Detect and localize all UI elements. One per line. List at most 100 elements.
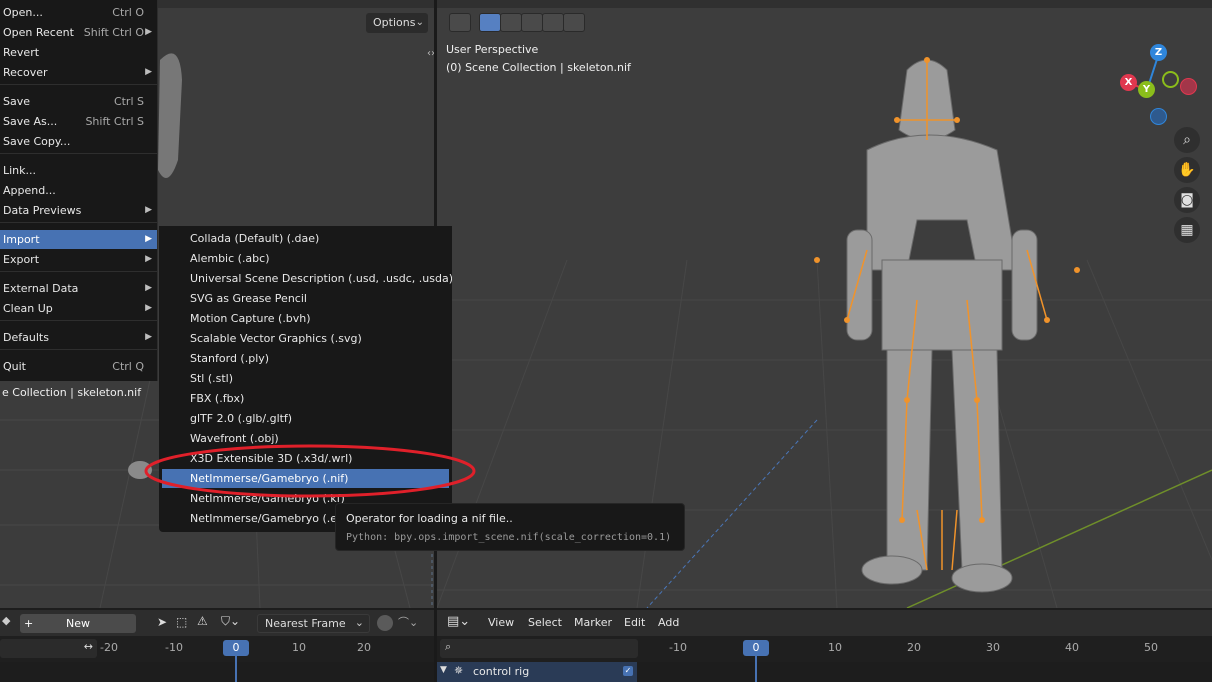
menu-item-recover[interactable]: Recover ▶ — [0, 63, 157, 82]
tooltip-python: Python: bpy.ops.import_scene.nif(scale_c… — [346, 532, 672, 543]
menu-view[interactable]: View — [488, 616, 514, 629]
select-tool-icon[interactable] — [449, 13, 471, 32]
menu-item-clean-up[interactable]: Clean Up ▶ — [0, 299, 157, 318]
gizmo-neg-z-axis[interactable] — [1150, 108, 1167, 125]
tick-label: -20 — [100, 641, 118, 654]
armature-icon: ✵ — [454, 664, 464, 677]
menu-item-save-as[interactable]: Save As... Shift Ctrl S — [0, 112, 157, 131]
menu-item-import[interactable]: Import ▶ — [0, 230, 157, 249]
gizmo-neg-x-axis[interactable] — [1180, 78, 1197, 95]
import-gltf[interactable]: glTF 2.0 (.glb/.gltf) — [159, 409, 452, 428]
options-dropdown[interactable]: Options ⌄ — [366, 13, 428, 33]
import-svg-grease-pencil[interactable]: SVG as Grease Pencil — [159, 289, 452, 308]
camera-view-icon[interactable]: ◙ — [1174, 187, 1200, 213]
menu-edit[interactable]: Edit — [624, 616, 645, 629]
left-timeline-ruler[interactable]: ↔ -20 -10 0 10 20 — [0, 636, 434, 662]
submenu-arrow-icon: ▶ — [145, 254, 152, 264]
menu-item-save-copy[interactable]: Save Copy... — [0, 132, 157, 151]
right-playhead-line — [755, 656, 757, 682]
plus-icon: + — [24, 617, 34, 630]
tick-label: 20 — [907, 641, 921, 654]
submenu-arrow-icon: ▶ — [145, 205, 152, 215]
search-icon: ⌕ — [445, 640, 452, 653]
gizmo-z-axis[interactable]: Z — [1150, 44, 1167, 61]
menu-select[interactable]: Select — [528, 616, 562, 629]
menu-item-save[interactable]: Save Ctrl S — [0, 92, 157, 111]
submenu-arrow-icon: ▶ — [145, 332, 152, 342]
tick-label: -10 — [669, 641, 687, 654]
channel-row[interactable]: ▼ ✵ control rig ✓ — [437, 662, 637, 682]
left-collection-text: e Collection | skeleton.nif — [2, 386, 142, 399]
left-timeline-header: ◆ + New ➤ ⬚ ⚠ ⛉⌄ Nearest Frame ⌄ ⌒⌄ — [0, 610, 434, 636]
tooltip-title: Operator for loading a nif file.. — [346, 512, 513, 525]
menu-item-open-recent[interactable]: Open Recent Shift Ctrl O ▶ — [0, 23, 157, 42]
menu-item-revert[interactable]: Revert — [0, 43, 157, 62]
gizmo-x-axis[interactable]: X — [1120, 74, 1137, 91]
tick-label: -10 — [165, 641, 183, 654]
menu-marker[interactable]: Marker — [574, 616, 612, 629]
import-stl[interactable]: Stl (.stl) — [159, 369, 452, 388]
perspective-label: User Perspective — [446, 43, 539, 56]
import-alembic[interactable]: Alembic (.abc) — [159, 249, 452, 268]
gizmo-y-axis[interactable]: Y — [1138, 81, 1155, 98]
cursor-select-icon[interactable]: ➤ — [157, 615, 167, 629]
menu-item-export[interactable]: Export ▶ — [0, 250, 157, 269]
menu-separator — [0, 349, 157, 350]
collapse-arrows-icon[interactable]: ‹› — [427, 48, 434, 59]
right-collection-text: (0) Scene Collection | skeleton.nif — [446, 61, 631, 74]
select-extend-icon[interactable] — [500, 13, 522, 32]
submenu-arrow-icon: ▶ — [145, 283, 152, 293]
select-subtract-icon[interactable] — [521, 13, 543, 32]
select-box-mode-icon[interactable] — [479, 13, 501, 32]
gizmo-neg-y-axis[interactable] — [1162, 71, 1179, 88]
import-bvh[interactable]: Motion Capture (.bvh) — [159, 309, 452, 328]
snap-dropdown[interactable]: Nearest Frame ⌄ — [257, 614, 370, 633]
menu-item-external-data[interactable]: External Data ▶ — [0, 279, 157, 298]
import-collada[interactable]: Collada (Default) (.dae) — [159, 229, 452, 248]
menu-separator — [0, 271, 157, 272]
right-timeline-ruler[interactable]: ⌕ -10 0 10 20 30 40 50 — [437, 636, 1212, 662]
channel-checkbox[interactable]: ✓ — [623, 666, 633, 676]
menu-item-link[interactable]: Link... — [0, 161, 157, 180]
current-frame-indicator[interactable]: 0 — [223, 640, 249, 656]
menu-separator — [0, 320, 157, 321]
left-playhead-line — [235, 656, 237, 682]
menu-add[interactable]: Add — [658, 616, 679, 629]
menu-item-data-previews[interactable]: Data Previews ▶ — [0, 201, 157, 220]
menu-item-defaults[interactable]: Defaults ▶ — [0, 328, 157, 347]
menu-item-open[interactable]: Open... Ctrl O — [0, 3, 157, 22]
menu-separator — [0, 84, 157, 85]
falloff-curve-icon[interactable]: ⌒⌄ — [398, 614, 418, 630]
warning-icon[interactable]: ⚠ — [197, 614, 208, 628]
submenu-arrow-icon: ▶ — [145, 234, 152, 244]
editor-type-icon[interactable]: ▤⌄ — [447, 614, 470, 629]
keyframe-icon[interactable]: ◆ — [2, 614, 10, 627]
zoom-icon[interactable]: ⌕ — [1174, 127, 1200, 153]
channel-search-input[interactable]: ⌕ — [440, 639, 638, 658]
import-ply[interactable]: Stanford (.ply) — [159, 349, 452, 368]
import-fbx[interactable]: FBX (.fbx) — [159, 389, 452, 408]
pan-hand-icon[interactable]: ✋ — [1174, 157, 1200, 183]
import-svg[interactable]: Scalable Vector Graphics (.svg) — [159, 329, 452, 348]
box-select-icon[interactable]: ⬚ — [176, 615, 187, 629]
menu-item-quit[interactable]: Quit Ctrl Q — [0, 357, 157, 376]
options-label: Options — [373, 16, 416, 29]
filter-icon[interactable]: ⛉⌄ — [221, 614, 240, 629]
proportional-editing-icon[interactable] — [377, 615, 393, 631]
tick-label: 10 — [292, 641, 306, 654]
new-action-button[interactable]: + New — [20, 614, 136, 633]
menu-separator — [0, 222, 157, 223]
import-usd[interactable]: Universal Scene Description (.usd, .usdc… — [159, 269, 452, 288]
current-frame-indicator[interactable]: 0 — [743, 640, 769, 656]
menu-item-append[interactable]: Append... — [0, 181, 157, 200]
select-invert-icon[interactable] — [542, 13, 564, 32]
tick-label: 10 — [828, 641, 842, 654]
expand-triangle-icon[interactable]: ▼ — [440, 665, 447, 675]
tick-label: 50 — [1144, 641, 1158, 654]
orthographic-grid-icon[interactable]: ▦ — [1174, 217, 1200, 243]
operator-tooltip: Operator for loading a nif file.. Python… — [335, 503, 685, 551]
submenu-arrow-icon: ▶ — [145, 27, 152, 37]
left-timeline-scroll-field[interactable]: ↔ — [0, 639, 97, 658]
chevron-down-icon: ⌄ — [415, 17, 424, 28]
select-intersect-icon[interactable] — [563, 13, 585, 32]
